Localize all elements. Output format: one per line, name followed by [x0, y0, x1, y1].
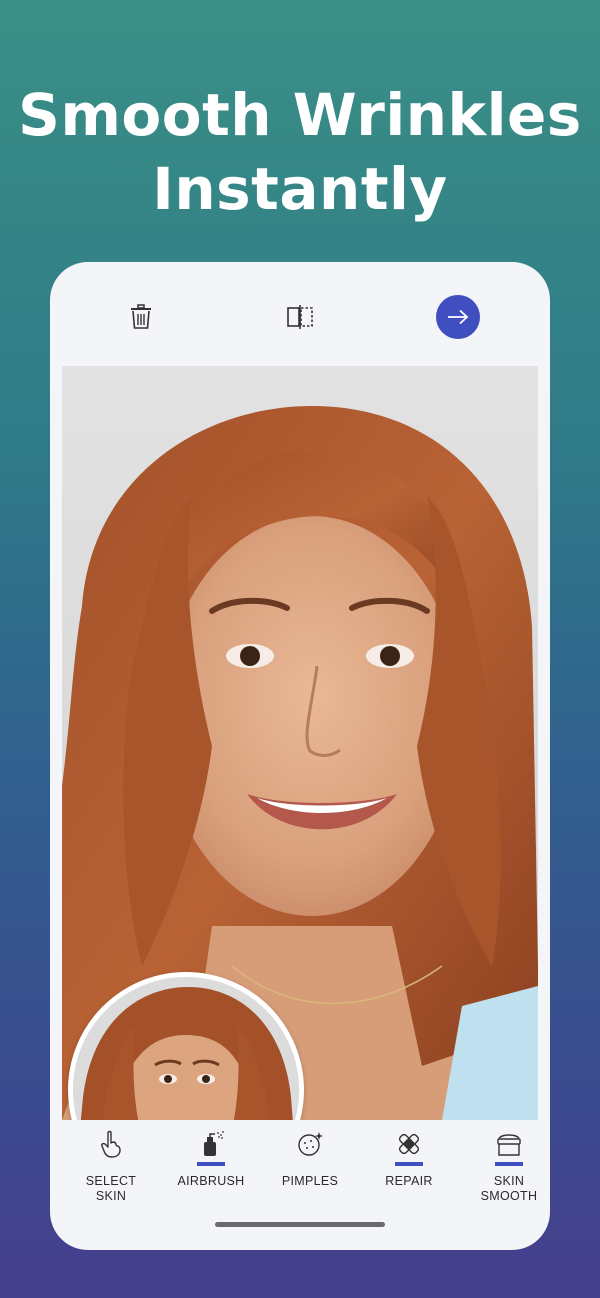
tool-active-indicator: [197, 1162, 225, 1166]
tool-active-indicator: [296, 1162, 324, 1166]
tool-bar: SELECT SKIN AIRBRUSH PIMPLES REPAIR SKIN…: [50, 1120, 550, 1250]
compare-split-icon: [287, 305, 313, 329]
tool-active-indicator: [395, 1162, 423, 1166]
phone-frame: SELECT SKIN AIRBRUSH PIMPLES REPAIR SKIN…: [50, 262, 550, 1250]
bandage-icon: [398, 1133, 420, 1155]
tool-select-skin[interactable]: SELECT SKIN: [61, 1130, 161, 1204]
tool-label: SELECT SKIN: [85, 1174, 137, 1203]
tool-active-indicator: [495, 1162, 523, 1166]
tool-label: REPAIR: [385, 1174, 433, 1188]
headline: Smooth Wrinkles Instantly: [0, 78, 600, 226]
editor-toolbar: [50, 262, 550, 366]
delete-button[interactable]: [126, 300, 156, 334]
tool-label: AIRBRUSH: [177, 1174, 245, 1188]
tool-pimples[interactable]: PIMPLES: [260, 1130, 360, 1189]
compare-button[interactable]: [284, 302, 316, 332]
tool-airbrush[interactable]: AIRBRUSH: [161, 1130, 261, 1189]
airbrush-icon: [204, 1131, 224, 1156]
tool-label: PIMPLES: [281, 1174, 339, 1188]
headline-line-1: Smooth Wrinkles: [18, 81, 582, 149]
tool-label: SKIN SMOOTH: [480, 1174, 538, 1203]
tool-active-indicator: [97, 1162, 125, 1166]
arrow-right-icon: [448, 309, 469, 325]
headline-line-2: Instantly: [152, 155, 448, 223]
trash-icon: [131, 304, 151, 329]
home-indicator[interactable]: [215, 1222, 385, 1227]
pimples-icon: [298, 1132, 323, 1156]
edited-photo[interactable]: [62, 366, 538, 1120]
next-button[interactable]: [436, 295, 480, 339]
tool-skin-smooth[interactable]: SKIN SMOOTH: [459, 1130, 550, 1204]
hand-pointer-icon: [101, 1130, 121, 1158]
tool-repair[interactable]: REPAIR: [359, 1130, 459, 1189]
cream-jar-icon: [497, 1134, 521, 1156]
